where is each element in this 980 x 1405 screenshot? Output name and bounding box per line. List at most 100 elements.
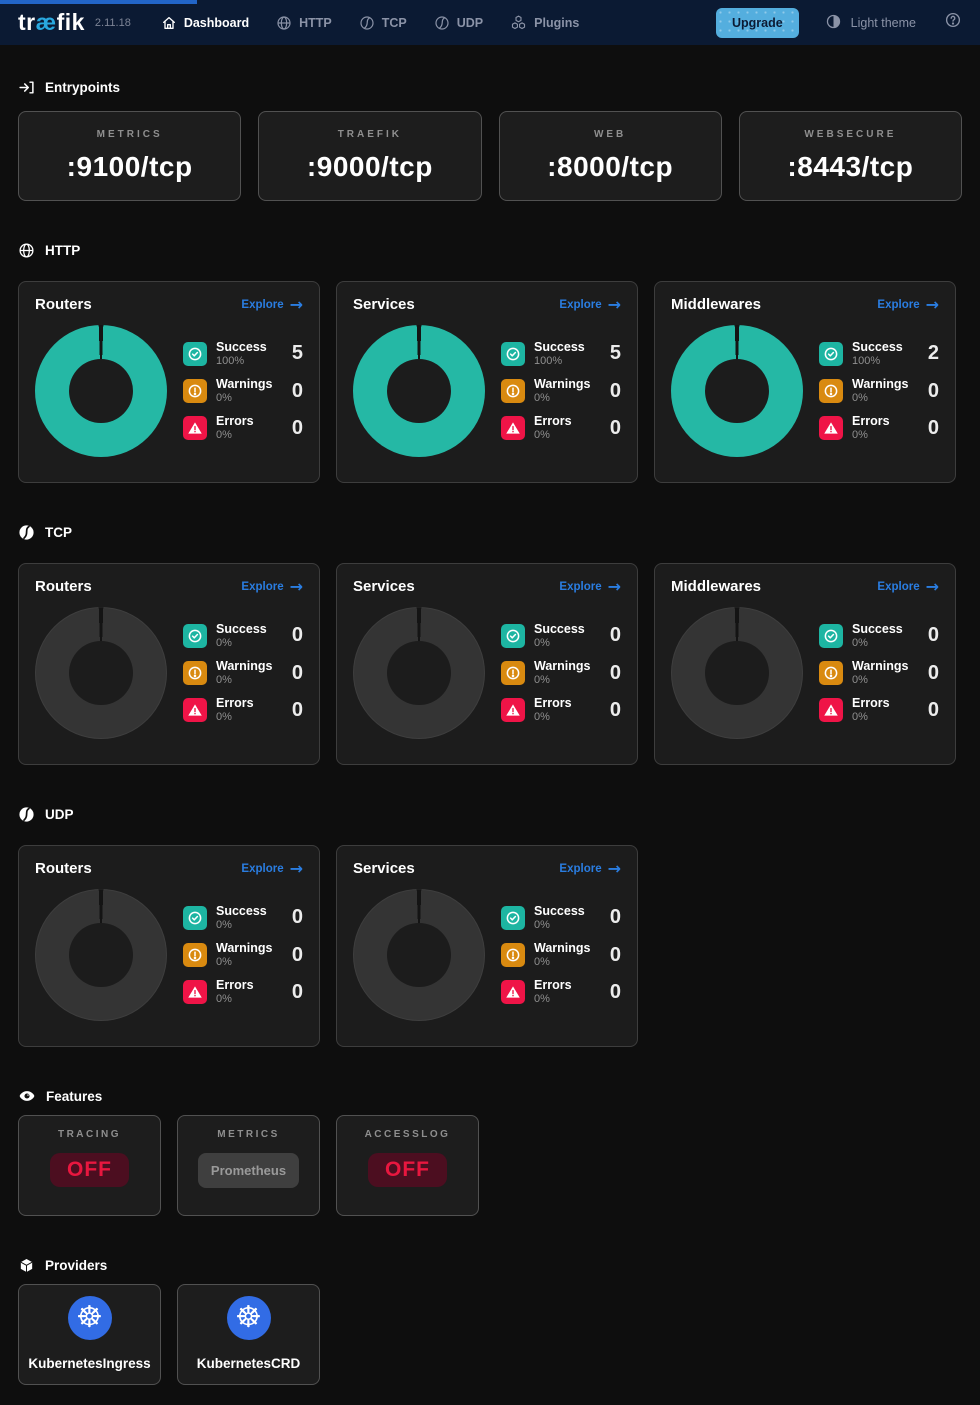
nav-label: Plugins: [534, 16, 579, 30]
stat-success: Success100% 5: [501, 340, 621, 368]
stat-pct: 0%: [216, 919, 267, 932]
card-title: Services: [353, 578, 415, 595]
stat-errors: Errors0% 0: [183, 696, 303, 724]
upgrade-button[interactable]: Upgrade: [716, 8, 799, 38]
explore-link[interactable]: Explore→: [241, 297, 303, 313]
nav-item-http[interactable]: HTTP: [276, 15, 332, 31]
explore-link[interactable]: Explore→: [877, 297, 939, 313]
cube-icon: [18, 1257, 35, 1274]
stats-list: Success0% 0 Warnings0% 0 Errors0% 0: [501, 622, 621, 725]
stats-list: Success0% 0 Warnings0% 0 Errors0% 0: [183, 904, 303, 1007]
provider-name: KubernetesCRD: [197, 1356, 301, 1371]
stats-list: Success100% 5 Warnings0% 0 Errors0% 0: [183, 340, 303, 443]
stat-label: Success: [852, 622, 903, 637]
error-icon: [183, 980, 207, 1004]
logo-text: tr: [18, 9, 36, 36]
stat-pct: 0%: [534, 919, 585, 932]
entrypoint-card-traefik: TRAEFIK :9000/tcp: [258, 111, 481, 201]
nav-item-udp[interactable]: UDP: [434, 15, 483, 31]
stat-warnings: Warnings0% 0: [819, 377, 939, 405]
feature-card-tracing: TRACING OFF: [18, 1115, 161, 1216]
stat-label: Errors: [534, 414, 572, 429]
nav-item-tcp[interactable]: TCP: [359, 15, 407, 31]
feature-card-metrics: METRICS Prometheus: [177, 1115, 320, 1216]
stat-pct: 0%: [534, 637, 585, 650]
section-header-entrypoints: Entrypoints: [18, 78, 962, 96]
error-icon: [819, 698, 843, 722]
stat-label: Errors: [534, 696, 572, 711]
loading-progress-bar: [0, 0, 197, 4]
card-title: Routers: [35, 578, 92, 595]
theme-toggle[interactable]: Light theme: [825, 13, 916, 33]
section-header-features: Features: [18, 1087, 962, 1105]
nav-item-plugins[interactable]: Plugins: [510, 14, 579, 31]
stat-pct: 0%: [534, 429, 572, 442]
arrow-right-icon: →: [290, 579, 303, 595]
stat-label: Warnings: [216, 659, 272, 674]
traefik-logo[interactable]: træfik: [18, 9, 85, 36]
eye-icon: [18, 1087, 36, 1105]
explore-link[interactable]: Explore→: [241, 579, 303, 595]
nav-label: UDP: [457, 16, 483, 30]
help-button[interactable]: [944, 11, 962, 34]
nav-label: TCP: [382, 16, 407, 30]
provider-card-kubernetes-ingress: ☸ KubernetesIngress: [18, 1284, 161, 1385]
stat-count: 2: [928, 342, 939, 365]
stat-count: 0: [292, 417, 303, 440]
stat-label: Warnings: [216, 377, 272, 392]
explore-link[interactable]: Explore→: [559, 861, 621, 877]
tcp-cards-row: Routers Explore→ Success0% 0 Warnings0% …: [18, 563, 962, 765]
stat-pct: 0%: [216, 956, 272, 969]
explore-link[interactable]: Explore→: [559, 579, 621, 595]
stat-count: 0: [928, 624, 939, 647]
section-title: Features: [46, 1089, 102, 1104]
warning-icon: [501, 943, 525, 967]
stat-count: 0: [610, 944, 621, 967]
warning-icon: [183, 379, 207, 403]
stat-pct: 0%: [852, 711, 890, 724]
globe-icon: [276, 15, 292, 31]
main-content: Entrypoints METRICS :9100/tcp TRAEFIK :9…: [0, 78, 980, 1405]
section-title: Entrypoints: [45, 80, 120, 95]
feature-name: TRACING: [58, 1129, 121, 1140]
success-icon: [501, 906, 525, 930]
explore-label: Explore: [877, 581, 919, 593]
stat-errors: Errors0% 0: [501, 696, 621, 724]
card-title: Middlewares: [671, 578, 761, 595]
explore-link[interactable]: Explore→: [241, 861, 303, 877]
stat-count: 0: [928, 417, 939, 440]
entrypoints-row: METRICS :9100/tcp TRAEFIK :9000/tcp WEB …: [18, 111, 962, 201]
udp-services-card: Services Explore→ Success0% 0 Warnings0%…: [336, 845, 638, 1047]
explore-link[interactable]: Explore→: [559, 297, 621, 313]
warning-icon: [501, 379, 525, 403]
plugins-icon: [510, 14, 527, 31]
stat-pct: 0%: [534, 711, 572, 724]
card-title: Services: [353, 860, 415, 877]
stat-errors: Errors0% 0: [501, 414, 621, 442]
stat-count: 0: [292, 624, 303, 647]
features-row: TRACING OFF METRICS Prometheus ACCESSLOG…: [18, 1115, 962, 1216]
nav-label: HTTP: [299, 16, 332, 30]
stats-list: Success0% 0 Warnings0% 0 Errors0% 0: [819, 622, 939, 725]
stat-count: 0: [292, 944, 303, 967]
stat-label: Success: [216, 340, 267, 355]
entrypoint-name: METRICS: [97, 129, 163, 140]
stat-label: Success: [534, 622, 585, 637]
explore-label: Explore: [241, 863, 283, 875]
nav-item-dashboard[interactable]: Dashboard: [161, 15, 249, 31]
warning-icon: [183, 943, 207, 967]
stat-errors: Errors0% 0: [819, 414, 939, 442]
stat-label: Errors: [216, 414, 254, 429]
explore-label: Explore: [877, 299, 919, 311]
stat-label: Warnings: [534, 377, 590, 392]
stat-warnings: Warnings0% 0: [183, 941, 303, 969]
stat-success: Success0% 0: [183, 904, 303, 932]
stat-label: Warnings: [534, 941, 590, 956]
http-routers-card: Routers Explore→ Success100% 5 Warnings0…: [18, 281, 320, 483]
help-icon: [944, 11, 962, 34]
explore-link[interactable]: Explore→: [877, 579, 939, 595]
feature-status-badge: OFF: [50, 1153, 129, 1187]
stat-pct: 0%: [534, 392, 590, 405]
stat-count: 0: [610, 699, 621, 722]
stat-count: 0: [610, 662, 621, 685]
